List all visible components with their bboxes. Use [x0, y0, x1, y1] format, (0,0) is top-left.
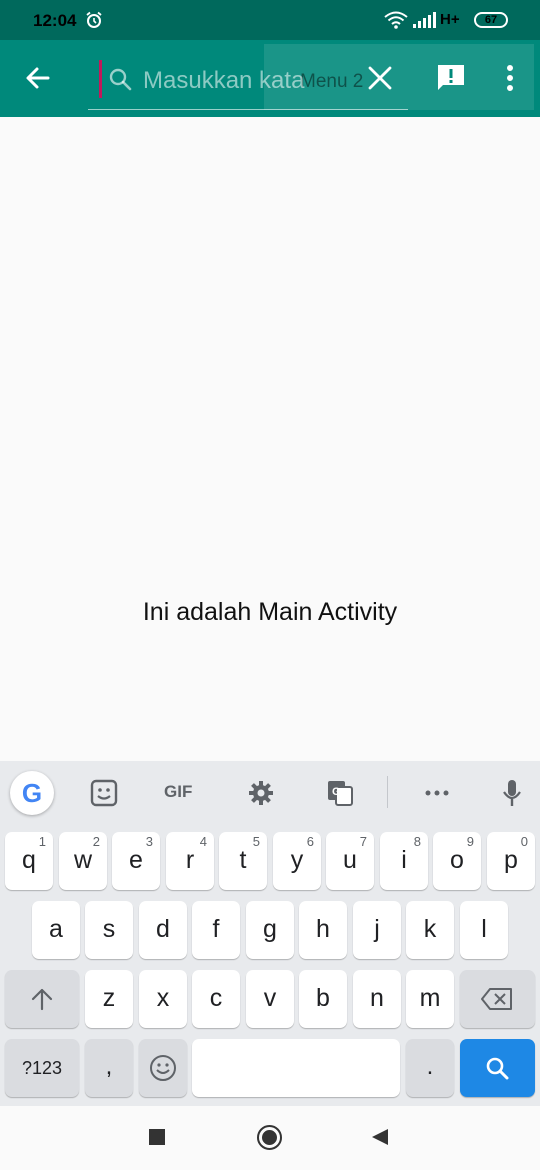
svg-text:G: G: [332, 786, 341, 798]
more-horiz-icon[interactable]: [423, 778, 451, 808]
mic-icon[interactable]: [501, 778, 523, 808]
key-c[interactable]: c: [192, 970, 240, 1028]
more-vert-icon[interactable]: [498, 63, 522, 93]
space-key[interactable]: [192, 1039, 400, 1097]
symbols-key[interactable]: ?123: [5, 1039, 79, 1097]
key-p[interactable]: p0: [487, 832, 535, 890]
key-w[interactable]: w2: [59, 832, 107, 890]
alarm-icon: [86, 11, 102, 28]
shift-key[interactable]: [5, 970, 79, 1028]
toolbar-divider: [387, 776, 388, 808]
emoji-key[interactable]: [139, 1039, 187, 1097]
search-action-key[interactable]: [460, 1039, 535, 1097]
search-icon: [486, 1057, 509, 1080]
key-r[interactable]: r4: [166, 832, 214, 890]
key-x[interactable]: x: [139, 970, 187, 1028]
text-cursor: [99, 60, 102, 98]
key-e[interactable]: e3: [112, 832, 160, 890]
key-f[interactable]: f: [192, 901, 240, 959]
key-d[interactable]: d: [139, 901, 187, 959]
google-logo-icon: G: [21, 778, 43, 808]
key-v[interactable]: v: [246, 970, 294, 1028]
key-l[interactable]: l: [460, 901, 508, 959]
signal-icon: [413, 12, 436, 28]
key-q[interactable]: q1: [5, 832, 53, 890]
key-s[interactable]: s: [85, 901, 133, 959]
key-k[interactable]: k: [406, 901, 454, 959]
battery-indicator: 67: [474, 12, 508, 28]
main-content: [0, 117, 540, 761]
status-time: 12:04: [33, 11, 77, 30]
key-o[interactable]: o9: [433, 832, 481, 890]
period-key[interactable]: .: [406, 1039, 454, 1097]
wifi-icon: [384, 11, 408, 29]
search-placeholder: Masukkan kata: [143, 67, 305, 94]
key-u[interactable]: u7: [326, 832, 374, 890]
key-g[interactable]: g: [246, 901, 294, 959]
key-b[interactable]: b: [299, 970, 347, 1028]
sticker-icon[interactable]: [89, 778, 119, 808]
backspace-key[interactable]: [460, 970, 535, 1028]
gif-button[interactable]: GIF: [164, 782, 192, 802]
close-icon[interactable]: [367, 65, 393, 91]
main-activity-text: Ini adalah Main Activity: [142, 598, 398, 626]
translate-icon[interactable]: G: [326, 778, 354, 808]
key-n[interactable]: n: [353, 970, 401, 1028]
key-a[interactable]: a: [32, 901, 80, 959]
key-z[interactable]: z: [85, 970, 133, 1028]
network-type: H+: [440, 11, 460, 28]
emoji-icon: [150, 1055, 176, 1081]
back-icon[interactable]: [371, 1128, 389, 1146]
shift-icon: [31, 988, 53, 1011]
comma-key[interactable]: ,: [85, 1039, 133, 1097]
feedback-icon[interactable]: [436, 63, 466, 93]
backspace-icon: [481, 988, 512, 1010]
home-icon-center: [262, 1130, 277, 1145]
search-icon: [109, 68, 132, 91]
key-t[interactable]: t5: [219, 832, 267, 890]
key-m[interactable]: m: [406, 970, 454, 1028]
back-arrow-icon[interactable]: [20, 60, 56, 96]
key-i[interactable]: i8: [380, 832, 428, 890]
gear-icon[interactable]: [248, 778, 274, 808]
recents-icon[interactable]: [149, 1129, 165, 1145]
key-h[interactable]: h: [299, 901, 347, 959]
key-y[interactable]: y6: [273, 832, 321, 890]
key-j[interactable]: j: [353, 901, 401, 959]
google-button[interactable]: G: [10, 771, 54, 815]
